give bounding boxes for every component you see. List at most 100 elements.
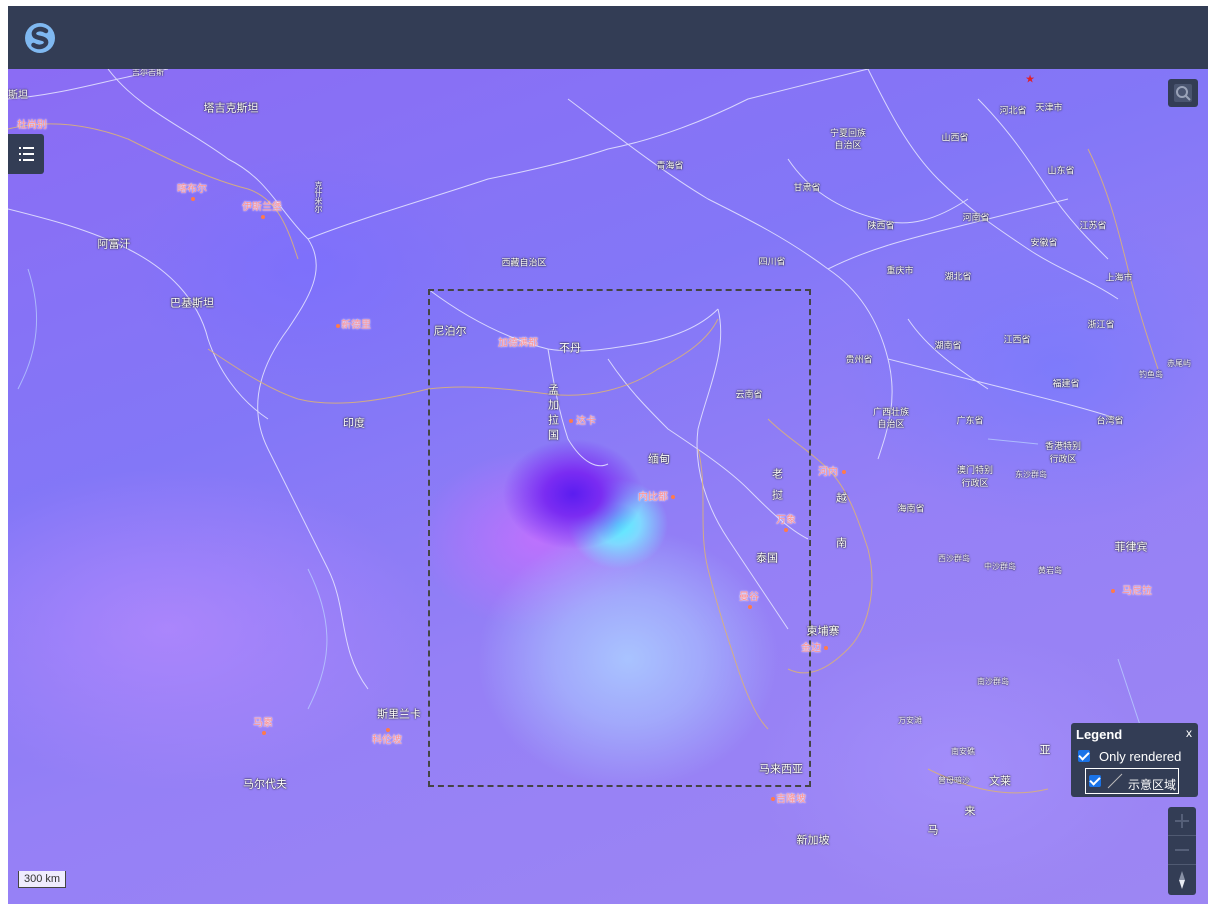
app-logo[interactable] xyxy=(24,22,56,54)
map-label-myanmar: 缅甸 xyxy=(648,453,670,466)
map-label-dushanbe: 杜尚别 xyxy=(17,120,47,131)
compass-button[interactable] xyxy=(1168,865,1196,895)
shown-region-rectangle xyxy=(428,289,811,787)
map-label-malaysia: 马来西亚 xyxy=(759,763,803,776)
map-label-islamabad: 伊斯兰堡 xyxy=(242,202,282,213)
list-icon xyxy=(19,147,34,161)
map-label-cambodia: 柬埔寨 xyxy=(806,625,840,638)
map-label-diaoyu: 钓鱼岛 xyxy=(1139,370,1163,379)
map-label-brunei: 文莱 xyxy=(989,775,1011,788)
map-label-pakistan: 巴基斯坦 xyxy=(170,297,214,310)
city-dot-hanoi xyxy=(842,470,846,474)
city-dot-male xyxy=(262,731,266,735)
layer-menu-button[interactable] xyxy=(8,134,44,174)
city-dot-bangkok xyxy=(748,605,752,609)
map-label-dhaka: 达卡 xyxy=(576,416,596,427)
map-label-shanghai: 上海市 xyxy=(1105,272,1133,283)
layer-name-label: 示意区域 xyxy=(1128,778,1177,792)
map-label-pakistan-partial: 斯坦 xyxy=(8,90,28,101)
map-label-malay-ma: 马 xyxy=(927,824,939,837)
layer-visibility-checkbox[interactable] xyxy=(1089,775,1101,787)
map-label-guangdong: 广东省 xyxy=(956,415,984,426)
map-label-tajikistan: 塔吉克斯坦 xyxy=(203,102,259,115)
capital-star-icon: ★ xyxy=(1025,73,1035,86)
map-label-nanan: 南安礁 xyxy=(951,747,975,756)
legend-title: Legend xyxy=(1076,727,1123,742)
map-label-new-delhi: 新德里 xyxy=(341,320,371,331)
map-label-philippines: 菲律宾 xyxy=(1114,541,1148,554)
map-label-bangladesh: 孟加拉国 xyxy=(546,384,559,444)
map-label-wanan: 万安滩 xyxy=(898,716,922,725)
map-label-singapore: 新加坡 xyxy=(796,834,830,847)
city-dot-new-delhi xyxy=(336,324,340,328)
only-rendered-checkbox[interactable] xyxy=(1078,750,1090,762)
map-label-xizang: 西藏自治区 xyxy=(501,257,547,268)
city-dot-kabul xyxy=(191,197,195,201)
legend-layer-item[interactable]: 示意区域 xyxy=(1085,768,1179,794)
map-canvas[interactable]: 吉尔吉斯 斯坦 杜尚别 塔吉克斯坦 阿富汗 巴基斯坦 喀布尔 伊斯兰堡 克什米尔… xyxy=(8,69,1208,904)
map-label-yunnan: 云南省 xyxy=(735,389,763,400)
map-label-zengmu: 曾母暗沙 xyxy=(938,776,970,785)
map-label-jiangxi: 江西省 xyxy=(1003,334,1031,345)
map-label-naypyidaw: 内比都 xyxy=(638,492,668,503)
map-label-dongsha: 东沙群岛 xyxy=(1015,470,1047,479)
map-label-sichuan: 四川省 xyxy=(758,256,786,267)
map-label-shaanxi: 陕西省 xyxy=(867,220,895,231)
layer-swatch-icon xyxy=(1107,773,1123,789)
map-label-tianjin: 天津市 xyxy=(1035,102,1063,113)
search-button[interactable] xyxy=(1168,79,1198,107)
city-dot-naypyidaw xyxy=(671,495,675,499)
map-label-xisha: 西沙群岛 xyxy=(938,554,970,563)
map-label-kuala-lumpur: 吉隆坡 xyxy=(776,794,806,805)
map-label-nansha: 南沙群岛 xyxy=(977,677,1009,686)
map-label-vientiane: 万象 xyxy=(776,515,796,526)
map-label-afghanistan: 阿富汗 xyxy=(97,238,131,251)
minus-icon xyxy=(1175,849,1189,851)
app-frame: 吉尔吉斯 斯坦 杜尚别 塔吉克斯坦 阿富汗 巴基斯坦 喀布尔 伊斯兰堡 克什米尔… xyxy=(8,6,1208,904)
map-label-guangxi: 广西壮族自治区 xyxy=(872,407,909,429)
map-label-malay-ya: 亚 xyxy=(1039,744,1051,757)
map-label-india: 印度 xyxy=(343,417,365,430)
city-dot-manila xyxy=(1111,589,1115,593)
map-label-chongqing: 重庆市 xyxy=(886,265,914,276)
map-label-bangkok: 曼谷 xyxy=(739,592,759,603)
compass-icon xyxy=(1179,871,1185,889)
zoom-out-button[interactable] xyxy=(1168,836,1196,865)
search-icon xyxy=(1174,84,1192,102)
map-label-kyrgyz: 吉尔吉斯 xyxy=(132,69,164,77)
map-label-maldives: 马尔代夫 xyxy=(243,778,287,791)
map-label-sri-lanka: 斯里兰卡 xyxy=(377,708,421,721)
plus-icon xyxy=(1175,814,1189,828)
map-label-hunan: 湖南省 xyxy=(934,340,962,351)
map-label-shanxi: 山西省 xyxy=(941,132,969,143)
map-label-kathmandu: 加德满都 xyxy=(498,338,538,349)
map-label-hanoi: 河内 xyxy=(818,467,838,478)
map-label-macau: 澳门特别行政区 xyxy=(956,465,993,488)
map-label-kashmir: 克什米尔 xyxy=(314,181,323,213)
zoom-in-button[interactable] xyxy=(1168,807,1196,836)
city-dot-islamabad xyxy=(261,215,265,219)
only-rendered-label: Only rendered xyxy=(1099,749,1182,764)
map-label-ningxia: 宁夏回族自治区 xyxy=(829,128,866,150)
top-bar xyxy=(8,6,1208,69)
map-label-hubei: 湖北省 xyxy=(944,271,972,282)
map-label-henan: 河南省 xyxy=(962,212,990,223)
city-dot-phnom-penh xyxy=(824,646,828,650)
map-label-hainan: 海南省 xyxy=(897,503,925,514)
map-label-taiwan: 台湾省 xyxy=(1096,415,1124,426)
legend-close-button[interactable]: x xyxy=(1186,726,1192,740)
map-label-male: 马累 xyxy=(253,718,273,729)
legend-panel: Legend x Only rendered 示意区域 xyxy=(1071,723,1198,797)
map-label-hongkong: 香港特别行政区 xyxy=(1044,441,1081,464)
map-label-huangyan: 黄岩岛 xyxy=(1038,566,1062,575)
scale-bar: 300 km xyxy=(18,871,67,888)
map-label-malay-lai: 来 xyxy=(964,805,976,818)
city-dot-dhaka xyxy=(569,419,573,423)
map-label-fujian: 福建省 xyxy=(1052,378,1080,389)
zoom-control xyxy=(1168,807,1196,895)
map-label-zhejiang: 浙江省 xyxy=(1087,319,1115,330)
map-label-zhongsha: 中沙群岛 xyxy=(984,562,1016,571)
map-label-hebei: 河北省 xyxy=(999,105,1027,116)
city-dot-vientiane xyxy=(784,528,788,532)
map-label-nepal: 尼泊尔 xyxy=(433,325,467,338)
